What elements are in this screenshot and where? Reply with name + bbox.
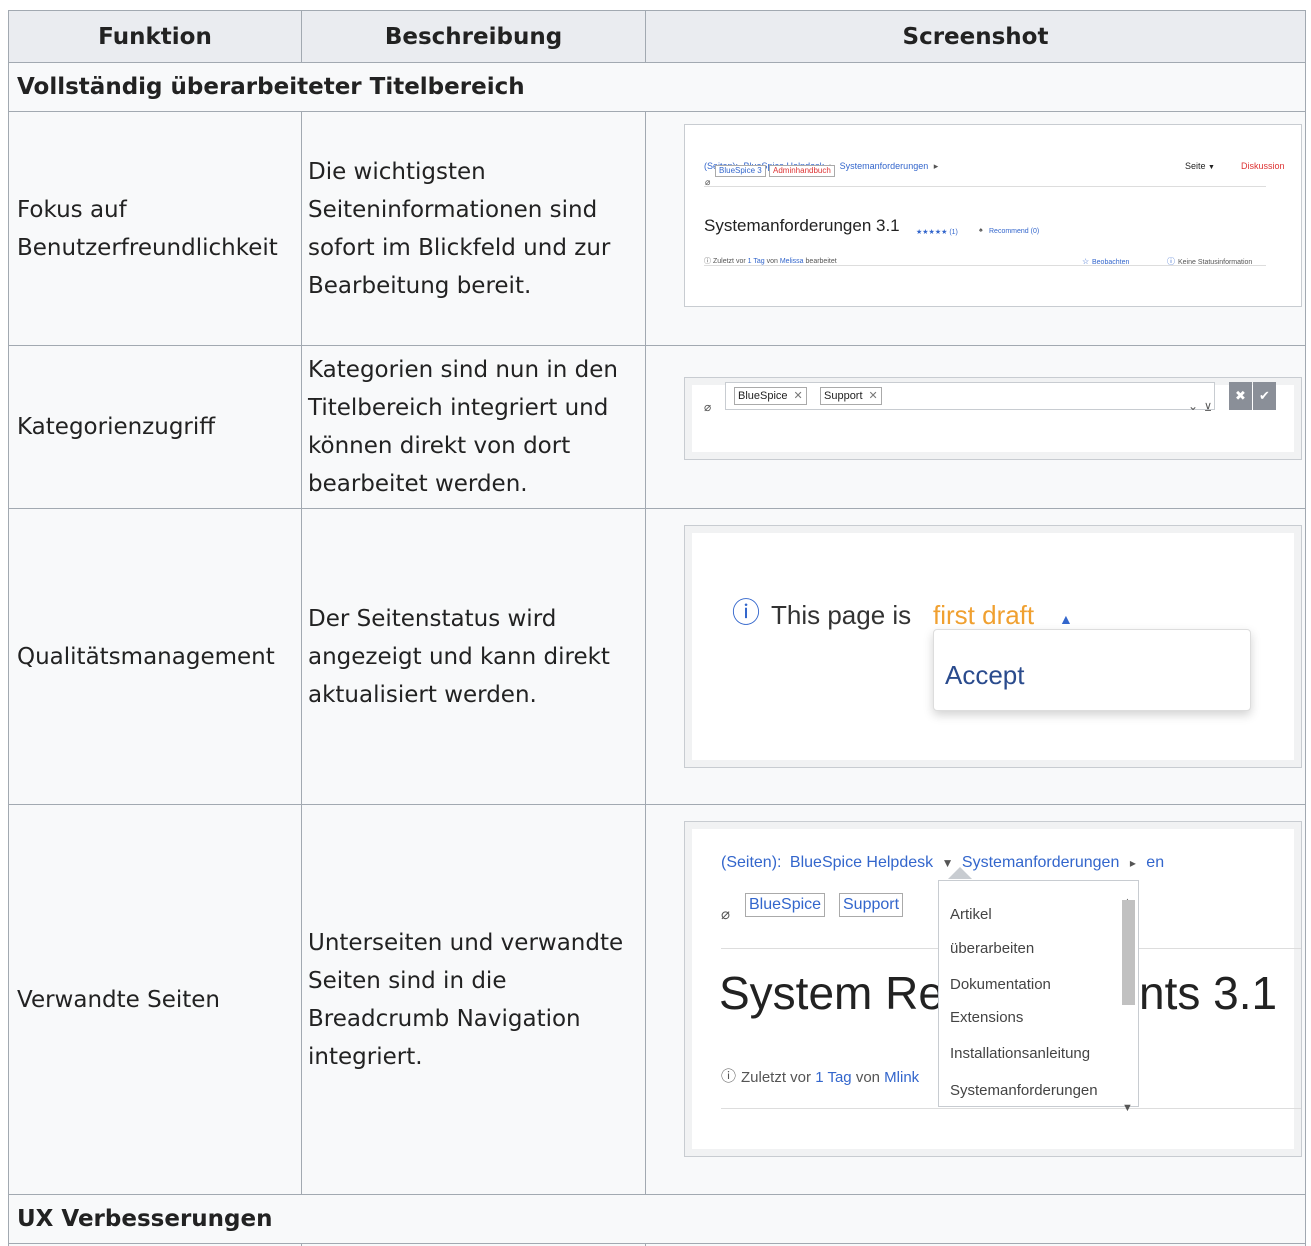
dropdown-item[interactable]: Installationsanleitung — [950, 1035, 1090, 1073]
meta-text: Zuletzt vor — [713, 258, 746, 265]
caret-right-icon[interactable]: ▸ — [934, 161, 939, 171]
tag-icon: ⌀ — [705, 177, 711, 187]
chip-label: BlueSpice — [738, 390, 788, 402]
page-title-right: nts 3.1 — [1139, 967, 1278, 1019]
tag-icon: ⌀ — [721, 906, 731, 923]
tree-icon[interactable]: ⊻ — [1204, 389, 1212, 427]
meta-user-link[interactable]: Mlink — [884, 1069, 919, 1086]
caret-down-icon[interactable]: ▼ — [1208, 164, 1215, 171]
scroll-down-icon[interactable]: ▼ — [1122, 1089, 1133, 1127]
row-description: Unterseiten und verwandte Seiten sind in… — [301, 804, 646, 1195]
screenshot-title-area: (Seiten): BlueSpice Helpdesk ▸ Systemanf… — [684, 124, 1302, 307]
watch-link[interactable]: Beobachten — [1092, 244, 1129, 282]
dropdown-item[interactable]: überarbeiten — [950, 930, 1034, 968]
tab-discussion[interactable]: Diskussion — [1241, 147, 1285, 185]
recommend-icon[interactable]: ♠ — [979, 212, 983, 250]
screenshot-breadcrumb-nav: (Seiten): BlueSpice Helpdesk ▼ Systemanf… — [684, 821, 1302, 1157]
row-label: Qualitätsmanagement — [8, 508, 302, 805]
screenshot-page-status: ⓘ This page is first draft ▲ Accept — [684, 525, 1302, 768]
breadcrumb-dropdown: Artikel überarbeiten Dokumentation Exten… — [938, 880, 1139, 1114]
screenshot-cell: ⓘ This page is first draft ▲ Accept — [645, 508, 1306, 805]
caret-right-icon[interactable]: ▸ — [1130, 856, 1136, 870]
row-description: Die wichtigsten Seiteninformationen sind… — [301, 111, 646, 346]
cancel-icon[interactable]: ✖ — [1229, 382, 1252, 410]
page-title-left: System Re — [719, 967, 944, 1019]
header-screenshot: Screenshot — [645, 10, 1306, 63]
dropdown-item[interactable]: Systemanforderungen — [950, 1072, 1098, 1110]
meta-text: Zuletzt vor — [741, 1069, 812, 1086]
header-funktion: Funktion — [8, 10, 302, 63]
recommend-link[interactable]: Recommend (0) — [989, 213, 1039, 251]
star-icon[interactable]: ☆ — [1082, 243, 1089, 281]
breadcrumb-link[interactable]: en — [1146, 854, 1164, 871]
info-icon: ⓘ — [704, 258, 711, 265]
row-label: Kategorienzugriff — [8, 345, 302, 509]
status-menu: Accept — [933, 629, 1251, 711]
scrollbar-thumb[interactable] — [1122, 900, 1135, 1005]
features-table: Funktion Beschreibung Screenshot Vollstä… — [8, 10, 1306, 1246]
row-description: Kategorien sind nun in den Titelbereich … — [301, 345, 646, 509]
rating-stars[interactable]: ★★★★★ (1) — [916, 214, 958, 252]
section-title-ux: UX Verbesserungen — [8, 1194, 1306, 1244]
category-input[interactable]: BlueSpice ✕ Support ✕ ⌄ ⊻ — [725, 382, 1215, 414]
breadcrumb-prefix[interactable]: (Seiten): — [721, 854, 781, 871]
status-prefix: This page is — [771, 600, 912, 630]
meta-text: von — [766, 258, 778, 265]
category-tag[interactable]: BlueSpice — [745, 893, 826, 917]
remove-icon[interactable]: ✕ — [869, 390, 878, 402]
meta-text: bearbeitet — [805, 258, 837, 265]
header-beschreibung: Beschreibung — [301, 10, 646, 63]
breadcrumb-link[interactable]: Systemanforderungen — [962, 854, 1119, 871]
section-title-titelbereich: Vollständig überarbeiteter Titelbereich — [8, 62, 1306, 112]
meta-time-link[interactable]: 1 Tag — [815, 1069, 851, 1086]
category-chip[interactable]: Support ✕ — [820, 387, 882, 405]
dropdown-item[interactable]: Artikel — [950, 896, 992, 934]
info-icon: ⓘ — [721, 1068, 737, 1085]
tag-icon: ⌀ — [704, 400, 712, 414]
category-chip[interactable]: BlueSpice ✕ — [734, 387, 807, 405]
status-icon[interactable]: ⓘ — [1167, 243, 1175, 281]
screenshot-cell: (Seiten): BlueSpice Helpdesk ▼ Systemanf… — [645, 804, 1306, 1195]
category-tag[interactable]: Support — [839, 893, 904, 917]
chip-label: Support — [824, 390, 863, 402]
accept-menu-item[interactable]: Accept — [945, 656, 1025, 694]
tab-page[interactable]: Seite — [1185, 161, 1206, 171]
breadcrumb-link[interactable]: BlueSpice Helpdesk — [790, 854, 933, 871]
meta-user-link[interactable]: Melissa — [780, 258, 804, 265]
screenshot-category-editor: ⌀ BlueSpice ✕ Support ✕ ⌄ ⊻ ✖ ✔ — [684, 377, 1302, 460]
info-icon: ⓘ — [732, 597, 761, 628]
chevron-down-icon[interactable]: ⌄ — [1188, 387, 1198, 425]
remove-icon[interactable]: ✕ — [794, 390, 803, 402]
meta-text: von — [855, 1069, 880, 1086]
row-description: Der Seitenstatus wird angezeigt und kann… — [301, 508, 646, 805]
meta-time-link[interactable]: 1 Tag — [748, 258, 765, 265]
confirm-icon[interactable]: ✔ — [1253, 382, 1276, 410]
category-tag[interactable]: Adminhandbuch — [769, 165, 835, 177]
row-label: Fokus auf Benutzerfreundlichkeit — [8, 111, 302, 346]
screenshot-cell: (Seiten): BlueSpice Helpdesk ▸ Systemanf… — [645, 111, 1306, 346]
dropdown-item[interactable]: Extensions — [950, 999, 1023, 1037]
screenshot-cell: ⌀ BlueSpice ✕ Support ✕ ⌄ ⊻ ✖ ✔ — [645, 345, 1306, 509]
category-tag[interactable]: BlueSpice 3 — [715, 165, 766, 177]
status-text[interactable]: Keine Statusinformation — [1178, 244, 1252, 282]
row-label: Verwandte Seiten — [8, 804, 302, 1195]
breadcrumb-link[interactable]: Systemanforderungen — [840, 161, 929, 171]
page-title: Systemanforderungen 3.1 — [704, 216, 900, 235]
